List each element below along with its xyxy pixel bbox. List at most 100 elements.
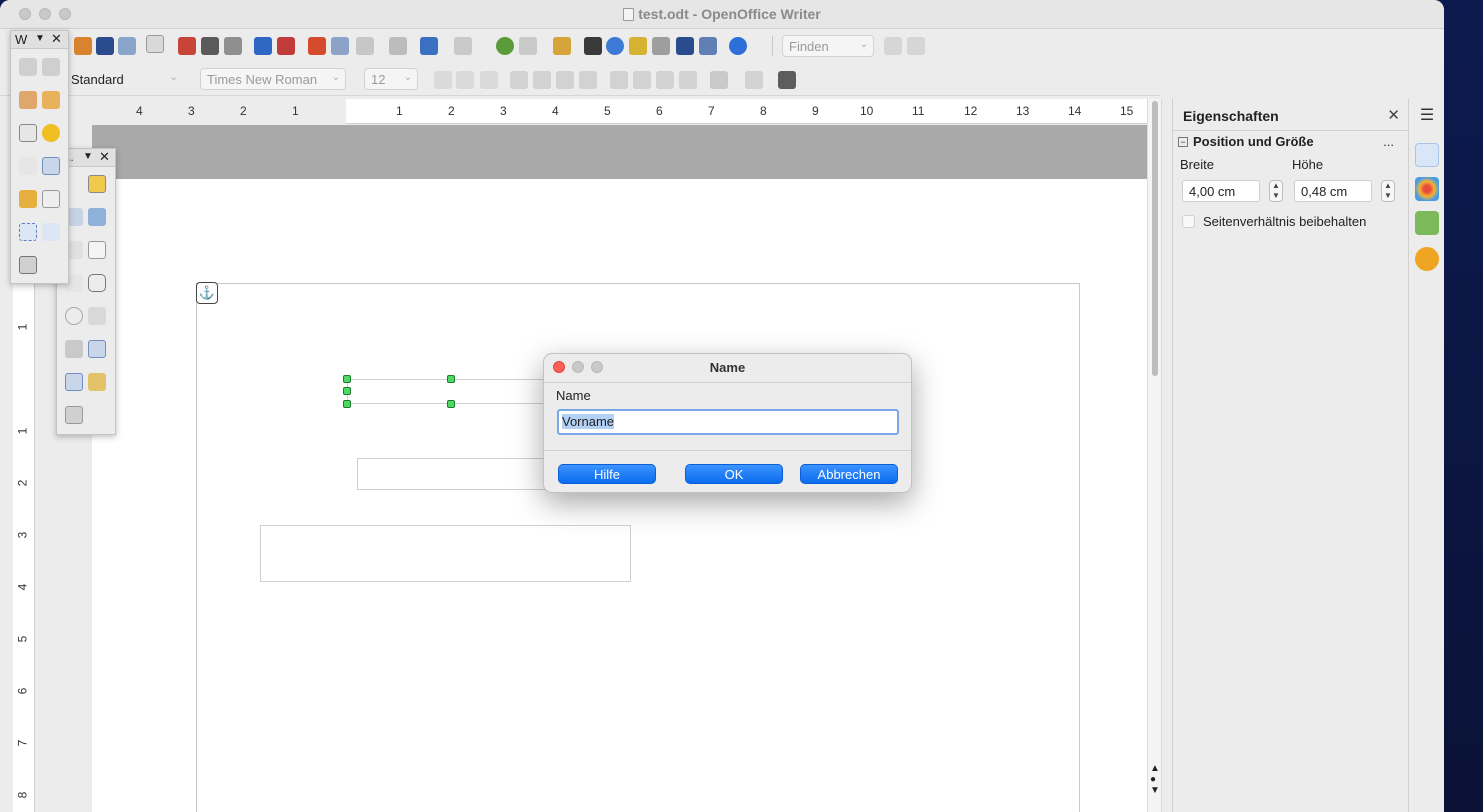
email-icon[interactable] [118,37,136,55]
push-button-icon[interactable] [88,274,106,292]
time-field-icon[interactable] [42,124,60,142]
keep-ratio-checkbox[interactable] [1182,215,1195,228]
image-control-icon[interactable] [42,91,60,109]
decrease-indent-icon[interactable] [679,71,697,89]
find-previous-icon[interactable] [907,37,925,55]
height-stepper[interactable]: ▲ ▼ [1381,180,1395,202]
width-field[interactable]: 4,00 cm [1182,180,1260,202]
ok-button[interactable]: OK [685,464,783,484]
wizards-icon[interactable] [65,406,83,424]
close-icon[interactable]: ✕ [51,31,62,47]
selection-handle[interactable] [343,400,351,408]
height-field[interactable]: 0,48 cm [1294,180,1372,202]
italic-icon[interactable] [456,71,474,89]
save-icon[interactable] [96,37,114,55]
table-control-icon[interactable] [42,223,60,241]
anchor-icon[interactable]: ⚓ [196,282,218,304]
toolbar-header[interactable]: W ▼ ✕ [11,31,68,49]
edit-mode-icon[interactable] [146,35,164,53]
highlighting-icon[interactable] [745,71,763,89]
font-name-select[interactable]: Times New Roman ⌄ [200,68,346,90]
table-icon[interactable] [519,37,537,55]
selection-handle[interactable] [447,375,455,383]
spellcheck-icon[interactable] [254,37,272,55]
date-field-icon[interactable] [19,124,37,142]
hyperlink-icon[interactable] [496,37,514,55]
collapse-icon[interactable]: − [1178,137,1188,147]
chevron-down-icon[interactable]: ▼ [35,33,45,44]
underline-icon[interactable] [480,71,498,89]
sidebar-splitter[interactable] [1161,99,1171,812]
more-controls-icon[interactable] [65,373,83,391]
form-properties-icon[interactable] [88,208,106,226]
selection-handle[interactable] [343,387,351,395]
find-input[interactable]: Finden ⌄ [782,35,874,57]
navigator-tab-icon[interactable] [1415,247,1439,271]
font-color-icon[interactable] [710,71,728,89]
sidebar-menu-icon[interactable]: ☰ [1415,105,1439,129]
vertical-scrollbar[interactable]: ▲ ● ▼ [1147,99,1161,812]
text-box-icon[interactable] [88,241,106,259]
width-stepper[interactable]: ▲ ▼ [1269,180,1283,202]
scrollbar-icon[interactable] [42,58,60,76]
open-icon[interactable] [74,37,92,55]
pattern-field-icon[interactable] [42,190,60,208]
file-selection-icon[interactable] [19,157,37,175]
selection-handle[interactable] [343,375,351,383]
export-pdf-icon[interactable] [178,37,196,55]
name-input[interactable]: Vorname [557,409,899,435]
zoom-icon[interactable] [699,37,717,55]
selection-handle[interactable] [447,400,455,408]
increase-indent-icon[interactable] [656,71,674,89]
combo-box-icon[interactable] [65,340,83,358]
paragraph-style-select[interactable]: Standard ⌄ [64,68,184,90]
image-button-icon[interactable] [19,91,37,109]
gallery-icon[interactable] [629,37,647,55]
text-field-control[interactable] [357,458,552,490]
page-navigation-icon[interactable]: ▲ ● ▼ [1150,763,1160,796]
print-preview-icon[interactable] [224,37,242,55]
currency-field-icon[interactable] [19,190,37,208]
find-next-icon[interactable] [884,37,902,55]
label-field-icon[interactable] [88,340,106,358]
properties-tab-icon[interactable] [1415,143,1439,167]
show-draw-functions-icon[interactable] [553,37,571,55]
align-right-icon[interactable] [556,71,574,89]
horizontal-ruler[interactable]: 4 3 2 1 1 2 3 4 5 6 7 8 9 10 11 12 13 14… [92,99,1147,124]
form-design-icon[interactable] [88,373,106,391]
find-replace-icon[interactable] [584,37,602,55]
align-center-icon[interactable] [533,71,551,89]
list-box-icon[interactable] [88,307,106,325]
option-button-icon[interactable] [65,307,83,325]
design-mode-icon[interactable] [88,175,106,193]
auto-spellcheck-icon[interactable] [277,37,295,55]
copy-icon[interactable] [331,37,349,55]
styles-tab-icon[interactable] [1415,177,1439,201]
background-color-icon[interactable] [778,71,796,89]
gallery-tab-icon[interactable] [1415,211,1439,235]
data-sources-icon[interactable] [652,37,670,55]
bullets-icon[interactable] [633,71,651,89]
redo-icon[interactable] [454,37,472,55]
close-icon[interactable]: ✕ [1387,106,1400,124]
paste-icon[interactable] [356,37,374,55]
close-icon[interactable]: ✕ [99,149,110,165]
chevron-down-icon[interactable]: ▼ [83,151,93,162]
print-icon[interactable] [201,37,219,55]
group-box-icon[interactable] [19,223,37,241]
numbering-icon[interactable] [610,71,628,89]
format-paintbrush-icon[interactable] [389,37,407,55]
more-options-button[interactable]: ... [1383,134,1394,149]
spin-button-icon[interactable] [19,58,37,76]
navigation-bar-icon[interactable] [19,256,37,274]
navigator-icon[interactable] [606,37,624,55]
undo-icon[interactable] [420,37,438,55]
align-left-icon[interactable] [510,71,528,89]
justify-icon[interactable] [579,71,597,89]
scrollbar-thumb[interactable] [1152,101,1158,376]
font-size-select[interactable]: 12 ⌄ [364,68,418,90]
help-icon[interactable] [729,37,747,55]
text-field-control[interactable] [260,525,631,582]
numerical-field-icon[interactable] [42,157,60,175]
help-button[interactable]: Hilfe [558,464,656,484]
